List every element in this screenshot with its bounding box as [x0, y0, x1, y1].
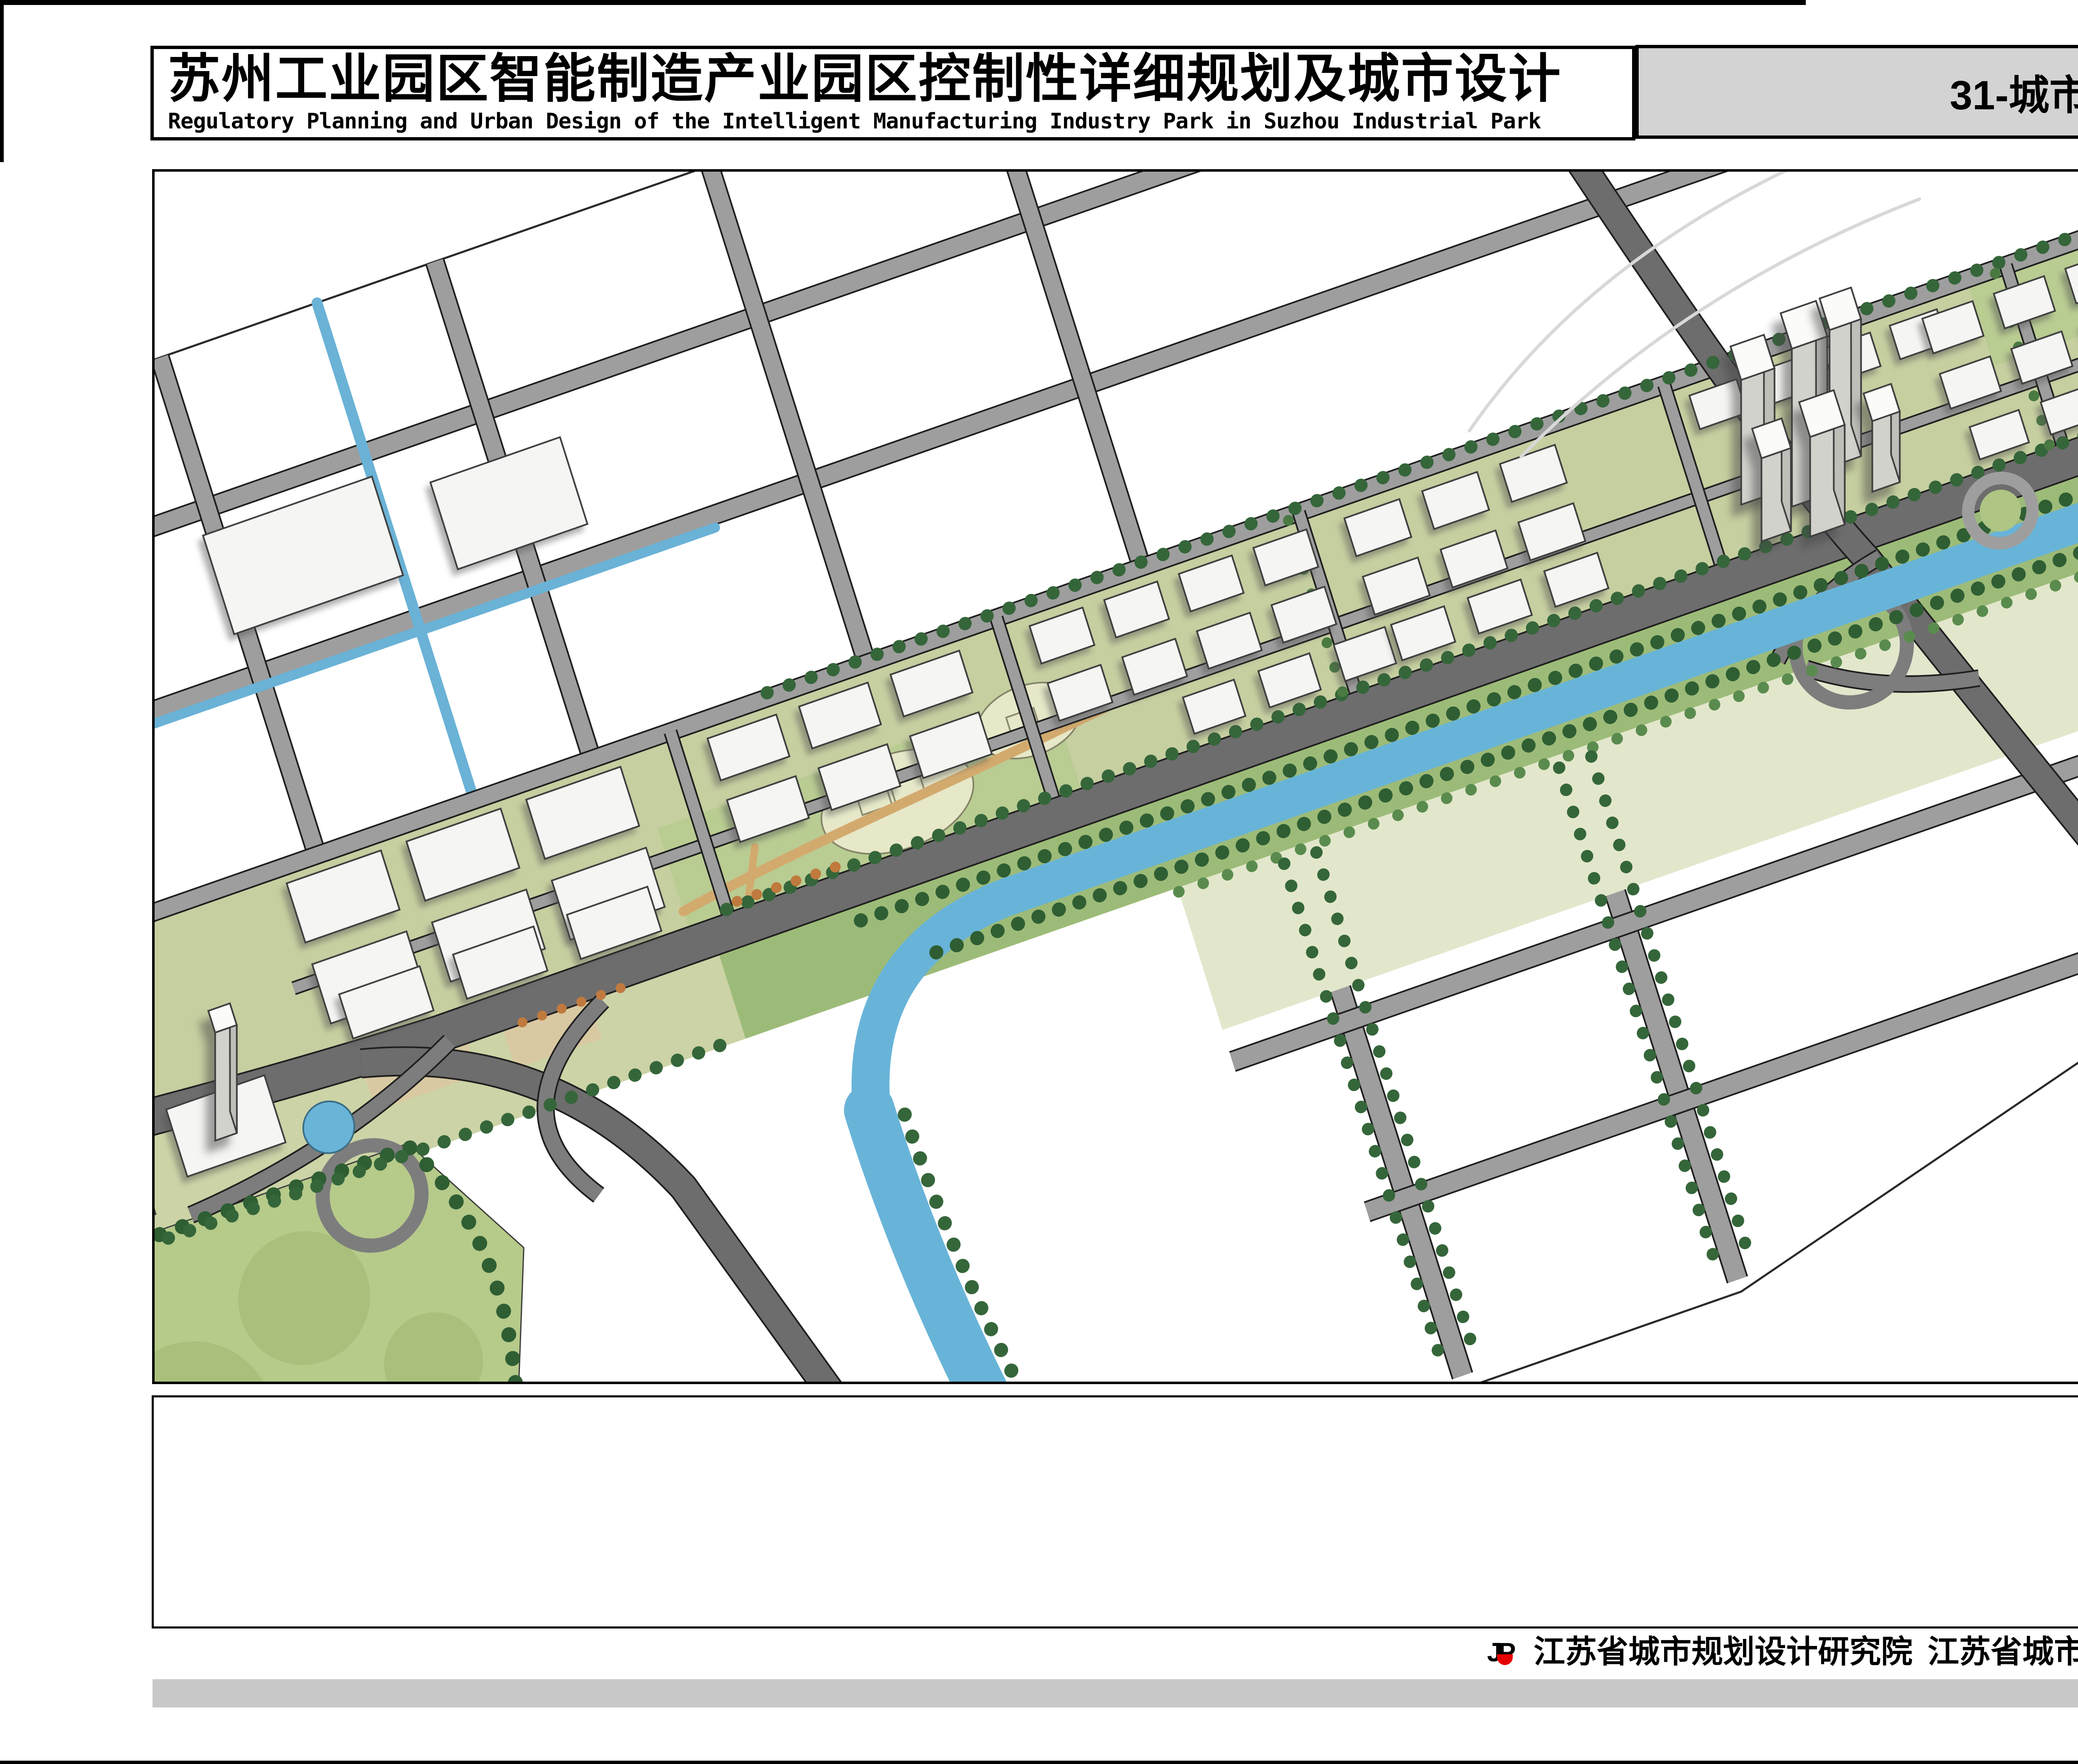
- footer-gray-bar: [153, 1679, 2078, 1707]
- title-block: 苏州工业园区智能制造产业园区控制性详细规划及城市设计 Regulatory Pl…: [150, 46, 1635, 140]
- project-title-english: Regulatory Planning and Urban Design of …: [168, 109, 1632, 134]
- birdseye-rendering: [155, 172, 2078, 1382]
- rendering-panel: [152, 169, 2078, 1384]
- frame-bottom-line: [0, 1761, 2078, 1764]
- org-name-transport-center: 江苏省城市交通规划研究中心: [1928, 1634, 2078, 1670]
- notes-panel: [152, 1395, 2078, 1628]
- frame-left-line: [0, 0, 4, 162]
- org-name-planning-institute: 江苏省城市规划设计研究院: [1534, 1634, 1913, 1670]
- project-title-chinese: 苏州工业园区智能制造产业园区控制性详细规划及城市设计: [168, 52, 1632, 106]
- sheet-number-label: 31-城市设计三维鸟瞰图: [1950, 62, 2078, 121]
- footer-organizations: 江苏省城市规划设计研究院江苏省城市交通规划研究中心: [1534, 1637, 2078, 1668]
- frame-top-line: [0, 0, 1806, 5]
- jsupdi-logo: JP: [1487, 1639, 1526, 1668]
- sheet-number-box: 31-城市设计三维鸟瞰图: [1635, 45, 2078, 139]
